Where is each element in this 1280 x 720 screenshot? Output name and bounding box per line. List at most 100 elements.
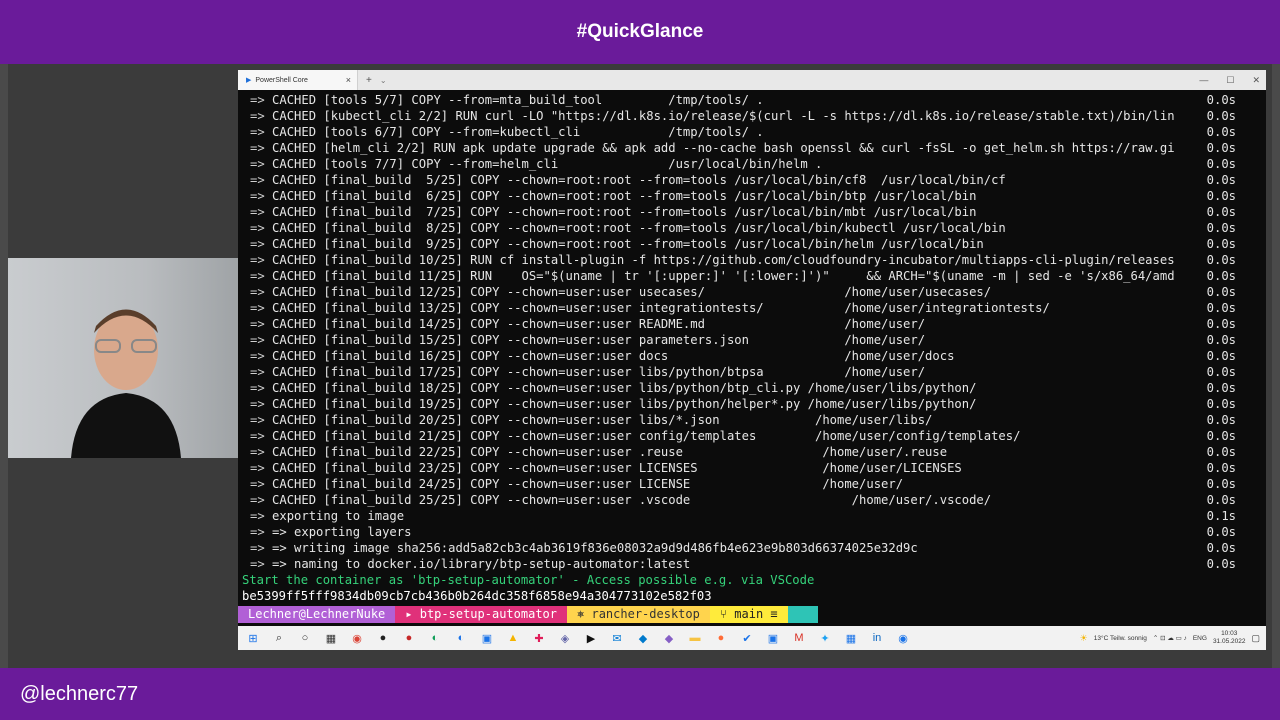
close-tab-icon[interactable]: × bbox=[346, 75, 351, 85]
terminal-line-time: 0.0s bbox=[1206, 253, 1236, 267]
calendar-icon[interactable]: ▦ bbox=[842, 629, 860, 647]
terminal-line: => CACHED [final_build 20/25] COPY --cho… bbox=[250, 413, 1236, 427]
tab-label: PowerShell Core bbox=[255, 76, 308, 84]
gmail-icon[interactable]: M bbox=[790, 629, 808, 647]
terminal-line-text: CACHED [final_build 16/25] COPY --chown=… bbox=[272, 349, 955, 363]
terminal-line-time: 0.0s bbox=[1206, 461, 1236, 475]
terminal-line-text: CACHED [final_build 18/25] COPY --chown=… bbox=[272, 381, 977, 395]
terminal-line-text: CACHED [final_build 14/25] COPY --chown=… bbox=[272, 317, 926, 331]
terminal-line-time: 0.0s bbox=[1206, 237, 1236, 251]
maximize-icon[interactable]: ☐ bbox=[1226, 75, 1234, 86]
terminal-line: => CACHED [final_build 12/25] COPY --cho… bbox=[250, 285, 1236, 299]
terminal-line-text: CACHED [final_build 23/25] COPY --chown=… bbox=[272, 461, 962, 475]
terminal-output[interactable]: => CACHED [tools 5/7] COPY --from=mta_bu… bbox=[238, 90, 1266, 626]
app-red-icon[interactable]: ● bbox=[400, 629, 418, 647]
terminal-line-time: 0.0s bbox=[1206, 205, 1236, 219]
linkedin-icon[interactable]: in bbox=[868, 629, 886, 647]
edge-icon[interactable]: ◐ bbox=[426, 629, 444, 647]
status-line: Start the container as 'btp-setup-automa… bbox=[242, 573, 815, 587]
terminal-line: => CACHED [final_build 10/25] RUN cf ins… bbox=[250, 253, 1236, 267]
terminal-line-text: CACHED [final_build 21/25] COPY --chown=… bbox=[272, 429, 1021, 443]
terminal-line-time: 0.0s bbox=[1206, 93, 1236, 107]
terminal-line-text: CACHED [final_build 7/25] COPY --chown=r… bbox=[272, 205, 977, 219]
container-id-line: be5399ff5fff9834db09cb7cb436b0b264dc358f… bbox=[242, 589, 712, 603]
app-icon[interactable]: ● bbox=[374, 629, 392, 647]
terminal-line: => exporting to image 0.1s bbox=[250, 509, 1236, 523]
terminal-line-text: CACHED [final_build 25/25] COPY --chown=… bbox=[272, 493, 992, 507]
prompt-user: Lechner@LechnerNuke bbox=[238, 606, 396, 623]
terminal-line: => CACHED [kubectl_cli 2/2] RUN curl -LO… bbox=[250, 109, 1236, 123]
notifications-icon[interactable]: ▢ bbox=[1251, 633, 1260, 644]
weather-text[interactable]: 13°C Teilw. sonnig bbox=[1094, 635, 1147, 642]
terminal-line-text: CACHED [final_build 9/25] COPY --chown=r… bbox=[272, 237, 984, 251]
terminal-line-text: CACHED [final_build 15/25] COPY --chown=… bbox=[272, 333, 926, 347]
task-view-icon[interactable]: ▦ bbox=[322, 629, 340, 647]
explorer-icon[interactable]: ▬ bbox=[686, 629, 704, 647]
terminal-line: => CACHED [final_build 19/25] COPY --cho… bbox=[250, 397, 1236, 411]
terminal-line: => CACHED [final_build 18/25] COPY --cho… bbox=[250, 381, 1236, 395]
prompt-end-icon bbox=[787, 606, 818, 623]
presenter-image bbox=[71, 309, 181, 458]
terminal-icon: ▶ bbox=[246, 77, 252, 84]
terminal-line-text: CACHED [final_build 20/25] COPY --chown=… bbox=[272, 413, 933, 427]
terminal-line-time: 0.0s bbox=[1206, 477, 1236, 491]
clock[interactable]: 10:03 31.05.2022 bbox=[1213, 630, 1246, 646]
vs-icon[interactable]: ◆ bbox=[660, 629, 678, 647]
prompt-k8s-context: ⎈ rancher-desktop bbox=[567, 606, 710, 623]
prompt-git-label: main ≡ bbox=[734, 607, 778, 621]
terminal-line-time: 0.0s bbox=[1206, 317, 1236, 331]
terminal-line-time: 0.0s bbox=[1206, 301, 1236, 315]
search-icon[interactable]: ⌕ bbox=[270, 629, 288, 647]
edge-beta-icon[interactable]: ◐ bbox=[452, 629, 470, 647]
terminal-line: => CACHED [final_build 23/25] COPY --cho… bbox=[250, 461, 1236, 475]
prompt-git-branch: ⑂ main ≡ bbox=[709, 606, 788, 623]
remote-icon[interactable]: ▣ bbox=[764, 629, 782, 647]
close-icon[interactable]: ✕ bbox=[1252, 75, 1260, 86]
system-tray: ☀ 13°C Teilw. sonnig ⌃ ⊡ ☁ ▭ ♪ ENG 10:03… bbox=[1080, 626, 1260, 650]
minimize-icon[interactable]: — bbox=[1199, 75, 1208, 85]
terminal-line-text: => exporting layers bbox=[272, 525, 412, 539]
teams-icon[interactable]: ◈ bbox=[556, 629, 574, 647]
app-blue-icon[interactable]: ◉ bbox=[894, 629, 912, 647]
terminal-line-time: 0.0s bbox=[1206, 381, 1236, 395]
weather-icon: ☀ bbox=[1079, 632, 1088, 643]
postman-icon[interactable]: ● bbox=[712, 629, 730, 647]
bottom-banner: @lechnerc77 bbox=[0, 668, 1280, 720]
windows-taskbar: ⊞ ⌕ ○ ▦ ◉ ● ● ◐ ◐ ▣ ▲ ✚ ◈ ▶ ✉ ◆ ◆ ▬ ● ✔ … bbox=[238, 626, 1266, 650]
terminal-app-icon[interactable]: ▶ bbox=[582, 629, 600, 647]
terminal-line: => CACHED [final_build 21/25] COPY --cho… bbox=[250, 429, 1236, 443]
terminal-line-text: CACHED [helm_cli 2/2] RUN apk update upg… bbox=[272, 141, 1175, 155]
slack-icon[interactable]: ✚ bbox=[530, 629, 548, 647]
powershell-window: ▶ PowerShell Core × + ⌄ — ☐ ✕ => CACHED … bbox=[238, 70, 1266, 650]
top-banner: #QuickGlance bbox=[0, 0, 1280, 64]
language-indicator[interactable]: ENG bbox=[1193, 635, 1207, 642]
chrome-icon[interactable]: ◉ bbox=[348, 629, 366, 647]
terminal-line: => CACHED [final_build 17/25] COPY --cho… bbox=[250, 365, 1236, 379]
new-tab-button[interactable]: + bbox=[366, 75, 372, 86]
terminal-line: => CACHED [final_build 22/25] COPY --cho… bbox=[250, 445, 1236, 459]
outlook-icon[interactable]: ✉ bbox=[608, 629, 626, 647]
tab-powershell-core[interactable]: ▶ PowerShell Core × bbox=[238, 70, 358, 90]
terminal-line-time: 0.0s bbox=[1206, 413, 1236, 427]
cortana-icon[interactable]: ○ bbox=[296, 629, 314, 647]
terminal-line-text: CACHED [final_build 12/25] COPY --chown=… bbox=[272, 285, 992, 299]
terminal-line-text: CACHED [kubectl_cli 2/2] RUN curl -LO "h… bbox=[272, 109, 1175, 123]
tab-dropdown-button[interactable]: ⌄ bbox=[380, 76, 387, 85]
terminal-line: => CACHED [final_build 9/25] COPY --chow… bbox=[250, 237, 1236, 251]
banner-title: #QuickGlance bbox=[576, 21, 704, 42]
terminal-line-time: 0.0s bbox=[1206, 397, 1236, 411]
twitter-icon[interactable]: ✦ bbox=[816, 629, 834, 647]
terminal-line-text: CACHED [final_build 11/25] RUN OS="$(una… bbox=[272, 269, 1175, 283]
store-icon[interactable]: ▣ bbox=[478, 629, 496, 647]
start-icon[interactable]: ⊞ bbox=[244, 629, 262, 647]
todo-icon[interactable]: ✔ bbox=[738, 629, 756, 647]
terminal-line: => CACHED [final_build 15/25] COPY --cho… bbox=[250, 333, 1236, 347]
shell-prompt: Lechner@LechnerNuke ▸ btp-setup-automato… bbox=[238, 606, 818, 623]
terminal-line-text: CACHED [tools 5/7] COPY --from=mta_build… bbox=[272, 93, 764, 107]
terminal-line: => CACHED [final_build 11/25] RUN OS="$(… bbox=[250, 269, 1236, 283]
vscode-icon[interactable]: ◆ bbox=[634, 629, 652, 647]
terminal-line: => CACHED [final_build 7/25] COPY --chow… bbox=[250, 205, 1236, 219]
drive-icon[interactable]: ▲ bbox=[504, 629, 522, 647]
tray-icons[interactable]: ⌃ ⊡ ☁ ▭ ♪ bbox=[1153, 634, 1187, 642]
terminal-line-time: 0.0s bbox=[1206, 221, 1236, 235]
